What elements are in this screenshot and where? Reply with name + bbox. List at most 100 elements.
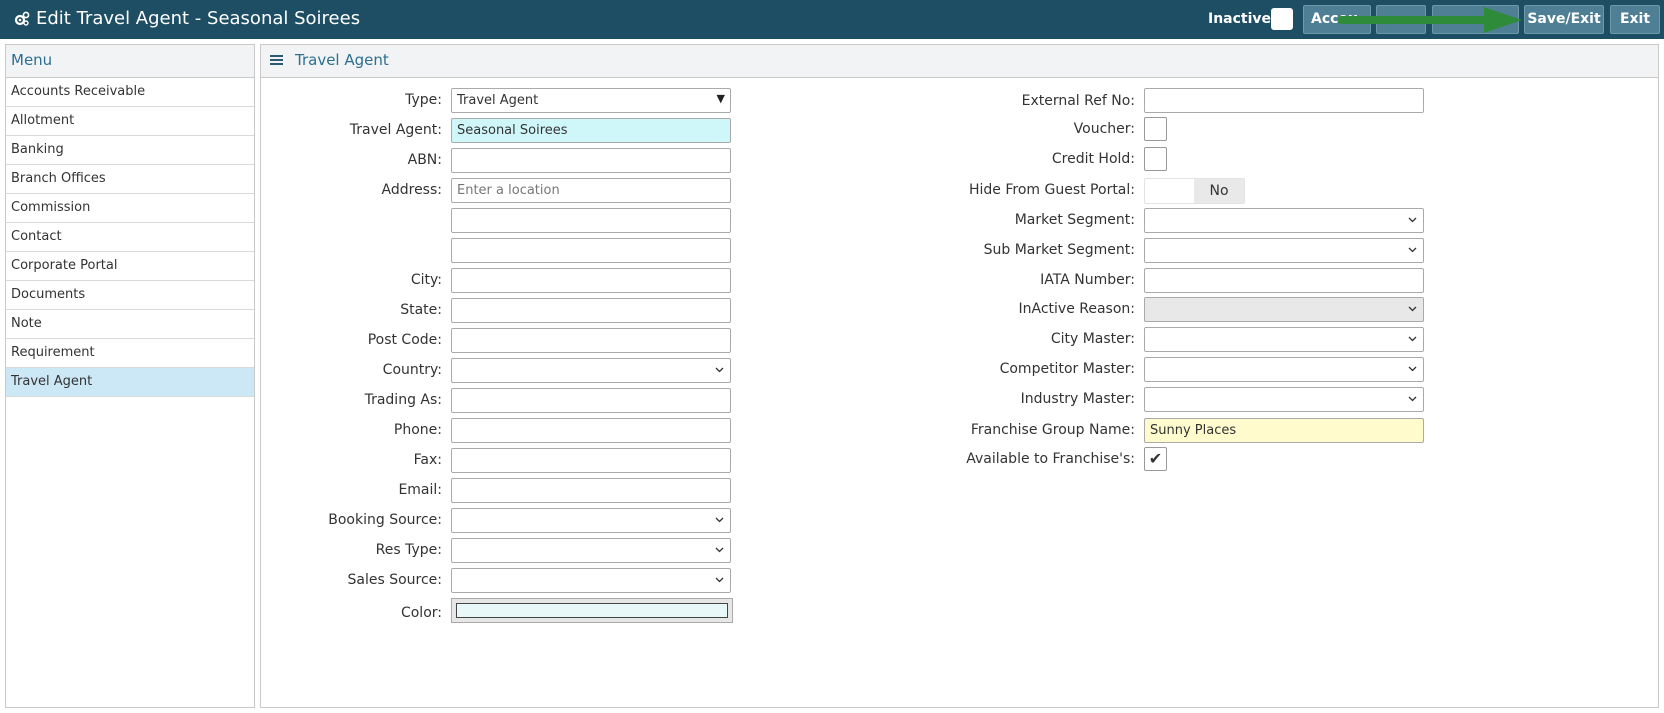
phone-input[interactable] xyxy=(451,418,731,443)
type-select[interactable]: Travel Agent ▼ xyxy=(451,88,731,113)
exit-button[interactable]: Exit xyxy=(1610,5,1660,34)
menu-item-travel-agent[interactable]: Travel Agent xyxy=(6,368,254,397)
credit-hold-checkbox[interactable] xyxy=(1144,147,1167,171)
market-segment-label: Market Segment: xyxy=(1014,212,1135,228)
fax-input[interactable] xyxy=(451,448,731,473)
menu-item-note[interactable]: Note xyxy=(6,310,254,339)
email-input[interactable] xyxy=(451,478,731,503)
save-exit-button[interactable]: Save/Exit xyxy=(1524,5,1604,34)
country-label: Country: xyxy=(382,362,442,378)
state-label: State: xyxy=(400,302,442,318)
menu-item-requirement[interactable]: Requirement xyxy=(6,339,254,368)
trading-as-input[interactable] xyxy=(451,388,731,413)
hide-portal-label: Hide From Guest Portal: xyxy=(968,182,1135,198)
country-select[interactable] xyxy=(451,358,731,383)
sub-market-segment-select[interactable] xyxy=(1144,238,1424,263)
voucher-checkbox[interactable] xyxy=(1144,117,1167,141)
res-type-label: Res Type: xyxy=(375,542,442,558)
color-label: Color: xyxy=(400,605,442,621)
iata-input[interactable] xyxy=(1144,268,1424,293)
sales-source-select[interactable] xyxy=(451,568,731,593)
chevron-down-icon xyxy=(715,547,724,553)
res-type-select[interactable] xyxy=(451,538,731,563)
color-swatch xyxy=(456,603,728,618)
dropdown-triangle-icon: ▼ xyxy=(716,92,725,105)
address-line-2-input[interactable] xyxy=(451,208,731,233)
franchise-group-input[interactable]: Sunny Places xyxy=(1144,418,1424,443)
trading-as-label: Trading As: xyxy=(364,392,442,408)
inactive-reason-select[interactable] xyxy=(1144,297,1424,322)
menu-item-accounts-receivable[interactable]: Accounts Receivable xyxy=(6,78,254,107)
post-code-label: Post Code: xyxy=(367,332,442,348)
inactive-reason-label: InActive Reason: xyxy=(1018,301,1136,317)
competitor-master-label: Competitor Master: xyxy=(999,361,1135,377)
industry-master-select[interactable] xyxy=(1144,387,1424,412)
voucher-label: Voucher: xyxy=(1073,121,1135,137)
booking-source-label: Booking Source: xyxy=(328,512,442,528)
hamburger-icon[interactable] xyxy=(270,53,284,67)
competitor-master-select[interactable] xyxy=(1144,357,1424,382)
chevron-down-icon xyxy=(715,577,724,583)
chevron-down-icon xyxy=(1408,306,1417,312)
iata-label: IATA Number: xyxy=(1040,272,1135,288)
franchise-group-label: Franchise Group Name: xyxy=(970,422,1135,438)
fax-label: Fax: xyxy=(413,452,442,468)
panel-header: Travel Agent xyxy=(261,45,1658,78)
external-ref-label: External Ref No: xyxy=(1021,93,1135,109)
state-input[interactable] xyxy=(451,298,731,323)
color-picker[interactable] xyxy=(451,598,733,623)
annotation-arrow-icon xyxy=(1338,7,1522,33)
chevron-down-icon xyxy=(1408,217,1417,223)
market-segment-select[interactable] xyxy=(1144,208,1424,233)
credit-hold-label: Credit Hold: xyxy=(1051,151,1135,167)
travel-agent-input[interactable]: Seasonal Soirees xyxy=(451,118,731,143)
menu-title: Menu xyxy=(6,45,254,78)
menu-item-documents[interactable]: Documents xyxy=(6,281,254,310)
chevron-down-icon xyxy=(1408,366,1417,372)
available-franchise-label: Available to Franchise's: xyxy=(966,451,1135,467)
menu-item-branch-offices[interactable]: Branch Offices xyxy=(6,165,254,194)
inactive-label: Inactive xyxy=(1208,11,1272,27)
sub-market-segment-label: Sub Market Segment: xyxy=(983,242,1135,258)
address-input[interactable]: Enter a location xyxy=(451,178,731,203)
menu-item-allotment[interactable]: Allotment xyxy=(6,107,254,136)
chevron-down-icon xyxy=(1408,336,1417,342)
gears-icon xyxy=(14,11,30,26)
abn-input[interactable] xyxy=(451,148,731,173)
booking-source-select[interactable] xyxy=(451,508,731,533)
top-bar: Edit Travel Agent - Seasonal Soirees Ina… xyxy=(0,0,1664,39)
hide-portal-toggle-value: No xyxy=(1194,179,1244,203)
city-master-label: City Master: xyxy=(1050,331,1135,347)
panel-title: Travel Agent xyxy=(295,51,389,69)
address-line-3-input[interactable] xyxy=(451,238,731,263)
sales-source-label: Sales Source: xyxy=(347,572,442,588)
inactive-checkbox[interactable] xyxy=(1271,8,1293,30)
abn-label: ABN: xyxy=(407,152,442,168)
chevron-down-icon xyxy=(715,517,724,523)
phone-label: Phone: xyxy=(393,422,442,438)
menu-item-corporate-portal[interactable]: Corporate Portal xyxy=(6,252,254,281)
side-menu: Menu Accounts Receivable Allotment Banki… xyxy=(5,44,255,708)
checkmark-icon: ✔ xyxy=(1148,449,1163,468)
chevron-down-icon xyxy=(1408,396,1417,402)
type-value: Travel Agent xyxy=(457,93,539,108)
city-master-select[interactable] xyxy=(1144,327,1424,352)
hide-portal-toggle[interactable]: No xyxy=(1144,178,1245,204)
menu-item-commission[interactable]: Commission xyxy=(6,194,254,223)
available-franchise-checkbox[interactable]: ✔ xyxy=(1144,447,1167,471)
city-label: City: xyxy=(410,272,442,288)
external-ref-input[interactable] xyxy=(1144,88,1424,113)
menu-item-contact[interactable]: Contact xyxy=(6,223,254,252)
address-label: Address: xyxy=(381,182,442,198)
address-placeholder: Enter a location xyxy=(457,183,560,198)
city-input[interactable] xyxy=(451,268,731,293)
page-title-text: Edit Travel Agent - Seasonal Soirees xyxy=(36,8,361,29)
menu-item-banking[interactable]: Banking xyxy=(6,136,254,165)
chevron-down-icon xyxy=(1408,247,1417,253)
chevron-down-icon xyxy=(715,367,724,373)
post-code-input[interactable] xyxy=(451,328,731,353)
travel-agent-label: Travel Agent: xyxy=(349,122,442,138)
type-label: Type: xyxy=(405,92,442,108)
email-label: Email: xyxy=(398,482,442,498)
industry-master-label: Industry Master: xyxy=(1020,391,1135,407)
